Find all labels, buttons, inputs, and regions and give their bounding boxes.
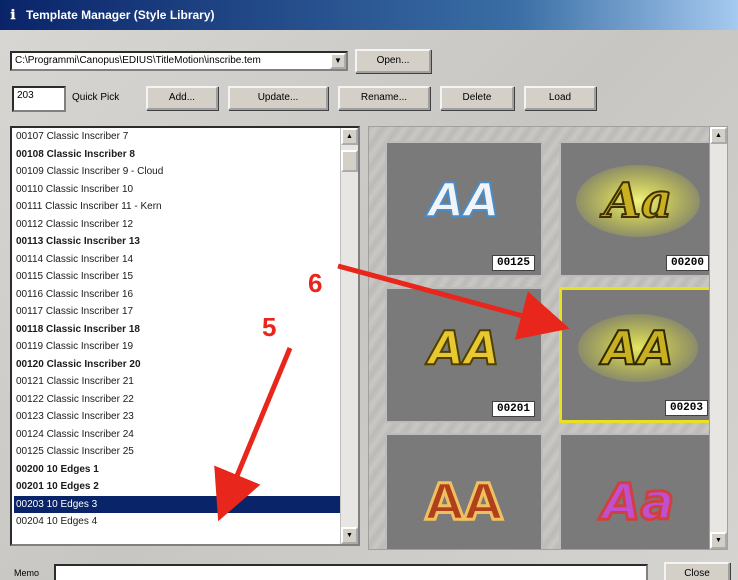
window-body: C:\Programmi\Canopus\EDIUS\TitleMotion\i…: [0, 30, 738, 580]
thumbnail-code: 00203: [664, 400, 708, 416]
svg-text:AA: AA: [425, 321, 499, 375]
window-title: Template Manager (Style Library): [26, 8, 215, 22]
close-button[interactable]: Close: [664, 562, 730, 580]
list-item[interactable]: 00107 Classic Inscriber 7: [14, 128, 340, 146]
svg-text:AA: AA: [599, 321, 673, 375]
list-item[interactable]: 00200 10 Edges 1: [14, 461, 340, 479]
thumbnail-code: 00125: [491, 255, 535, 271]
list-item[interactable]: 00125 Classic Inscriber 25: [14, 443, 340, 461]
thumbnail-item[interactable]: Aa: [559, 433, 717, 549]
window-titlebar: ℹ Template Manager (Style Library): [0, 0, 738, 30]
list-item[interactable]: 00120 Classic Inscriber 20: [14, 356, 340, 374]
list-item[interactable]: 00118 Classic Inscriber 18: [14, 321, 340, 339]
svg-text:Aa: Aa: [600, 173, 672, 229]
scroll-up-icon[interactable]: ▲: [710, 127, 727, 144]
scroll-down-icon[interactable]: ▼: [710, 532, 727, 549]
gallery-scrollbar[interactable]: ▲ ▼: [709, 127, 727, 549]
memo-field[interactable]: [54, 564, 648, 580]
list-item[interactable]: 00109 Classic Inscriber 9 - Cloud: [14, 163, 340, 181]
list-item[interactable]: 00119 Classic Inscriber 19: [14, 338, 340, 356]
list-item[interactable]: 00201 10 Edges 2: [14, 478, 340, 496]
app-icon: ℹ: [10, 7, 16, 22]
thumbnail-item[interactable]: AA: [385, 433, 543, 549]
thumbnail-art: AA: [387, 289, 541, 401]
thumbnail-code: 00200: [665, 255, 709, 271]
template-gallery[interactable]: AA 00125 Aa 00200 AA 00201 AA 00203 AA A…: [368, 126, 728, 550]
list-item[interactable]: 00115 Classic Inscriber 15: [14, 268, 340, 286]
thumbnail-art: Aa: [561, 143, 715, 255]
svg-text:Aa: Aa: [598, 473, 674, 531]
scroll-up-icon[interactable]: ▲: [341, 128, 358, 145]
thumbnail-art: Aa: [561, 435, 715, 547]
thumbnail-art: AA: [387, 435, 541, 547]
thumbnail-00200[interactable]: Aa 00200: [559, 141, 717, 277]
list-item[interactable]: 00113 Classic Inscriber 13: [14, 233, 340, 251]
list-item[interactable]: 00203 10 Edges 3: [14, 495, 340, 513]
svg-text:AA: AA: [425, 173, 499, 227]
thumbnail-00201[interactable]: AA 00201: [385, 287, 543, 423]
rename-button[interactable]: Rename...: [338, 86, 430, 110]
list-item[interactable]: 00116 Classic Inscriber 16: [14, 286, 340, 304]
template-list-scrollbar[interactable]: ▲ ▼: [340, 128, 358, 544]
add-button[interactable]: Add...: [146, 86, 218, 110]
quickpick-input[interactable]: 203: [12, 86, 66, 112]
delete-button[interactable]: Delete: [440, 86, 514, 110]
list-item[interactable]: 00117 Classic Inscriber 17: [14, 303, 340, 321]
scroll-thumb[interactable]: [341, 150, 358, 172]
list-item[interactable]: 00110 Classic Inscriber 10: [14, 181, 340, 199]
update-button[interactable]: Update...: [228, 86, 328, 110]
annotation-step-6: 6: [308, 268, 323, 298]
memo-label: Memo: [14, 568, 40, 578]
template-list[interactable]: 00107 Classic Inscriber 7 00108 Classic I…: [10, 126, 360, 546]
list-item[interactable]: 00204 10 Edges 4: [14, 513, 340, 531]
list-item[interactable]: 00121 Classic Inscriber 21: [14, 373, 340, 391]
template-list-items: 00107 Classic Inscriber 7 00108 Classic I…: [14, 128, 340, 531]
list-item[interactable]: 00108 Classic Inscriber 8: [14, 146, 340, 164]
annotation-step-5: 5: [262, 312, 277, 342]
thumbnail-art: AA: [387, 143, 541, 255]
thumbnail-code: 00201: [491, 401, 535, 417]
list-item[interactable]: 00123 Classic Inscriber 23: [14, 408, 340, 426]
quickpick-label: Quick Pick: [72, 92, 120, 103]
template-path-combobox[interactable]: C:\Programmi\Canopus\EDIUS\TitleMotion\i…: [10, 51, 348, 71]
load-button[interactable]: Load: [524, 86, 596, 110]
template-path-value: C:\Programmi\Canopus\EDIUS\TitleMotion\i…: [15, 55, 261, 66]
thumbnail-art: AA: [562, 290, 714, 402]
thumbnail-00125[interactable]: AA 00125: [385, 141, 543, 277]
svg-text:AA: AA: [425, 473, 503, 531]
thumbnail-00203[interactable]: AA 00203: [559, 287, 717, 423]
open-button[interactable]: Open...: [355, 49, 431, 73]
scroll-down-icon[interactable]: ▼: [341, 527, 358, 544]
list-item[interactable]: 00122 Classic Inscriber 22: [14, 391, 340, 409]
list-item[interactable]: 00112 Classic Inscriber 12: [14, 216, 340, 234]
list-item[interactable]: 00124 Classic Inscriber 24: [14, 426, 340, 444]
list-item[interactable]: 00111 Classic Inscriber 11 - Kern: [14, 198, 340, 216]
list-item[interactable]: 00114 Classic Inscriber 14: [14, 251, 340, 269]
chevron-down-icon[interactable]: ▼: [330, 53, 346, 69]
